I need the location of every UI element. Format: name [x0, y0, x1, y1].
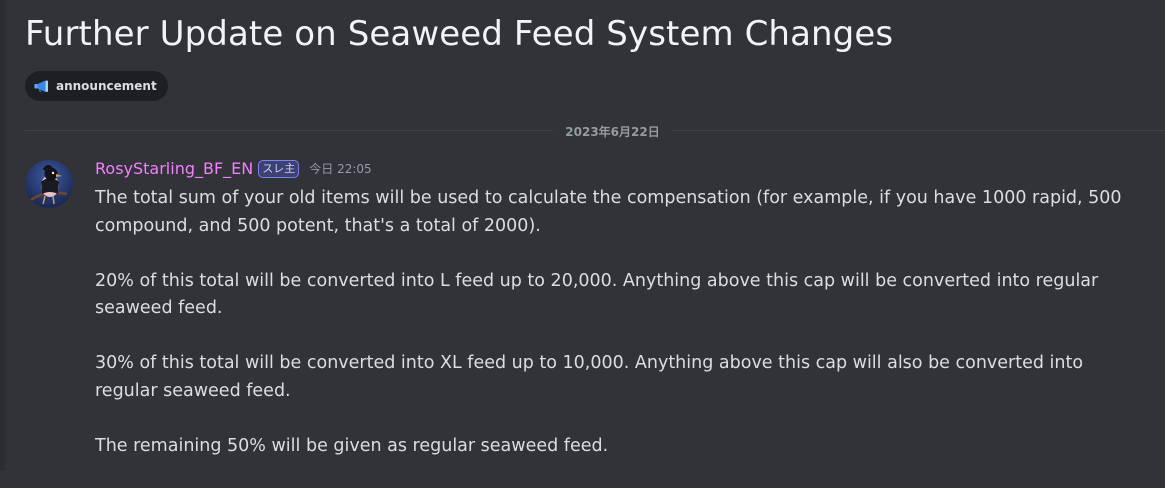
op-badge: スレ主: [258, 159, 300, 178]
message-header: RosyStarling_BF_EN スレ主 今日 22:05: [95, 159, 372, 178]
message-paragraph: 30% of this total will be converted into…: [95, 353, 1084, 401]
avatar[interactable]: [25, 160, 73, 208]
megaphone-icon: [34, 80, 49, 93]
message-paragraph: The remaining 50% will be given as regul…: [95, 435, 609, 456]
date-divider-line-right: [672, 130, 1165, 131]
date-divider: 2023年6月22日: [565, 125, 660, 139]
bird-avatar-icon: [25, 160, 73, 208]
thread-title: Further Update on Seaweed Feed System Ch…: [25, 14, 894, 54]
channel-list-edge: [0, 0, 5, 471]
author-name[interactable]: RosyStarling_BF_EN: [95, 159, 253, 178]
message-timestamp: 今日 22:05: [309, 162, 372, 176]
date-divider-line-left: [25, 130, 553, 131]
message-paragraph: 20% of this total will be converted into…: [95, 270, 1099, 319]
message-body: The total sum of your old items will be …: [95, 185, 1145, 488]
message-paragraph: The total sum of your old items will be …: [95, 188, 1122, 236]
announcement-tag[interactable]: announcement: [25, 71, 168, 101]
tag-label: announcement: [56, 79, 157, 93]
